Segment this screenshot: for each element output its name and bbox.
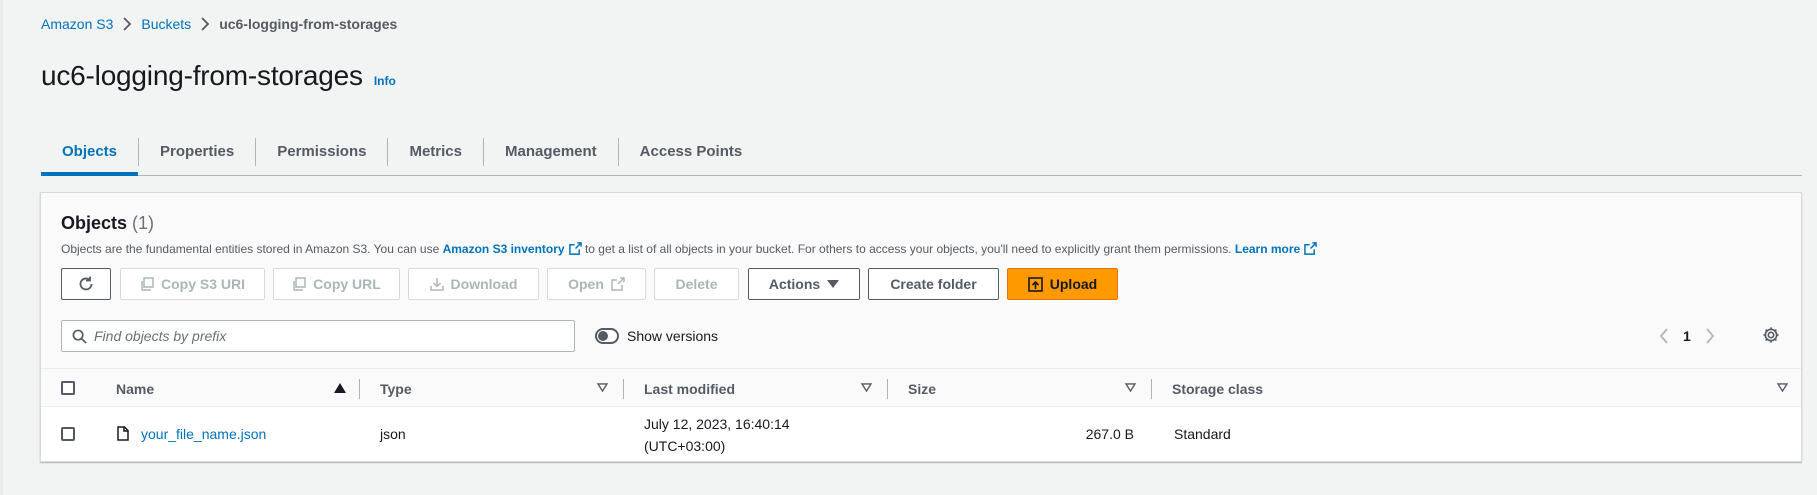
row-checkbox[interactable] [61,427,75,441]
delete-button[interactable]: Delete [654,268,739,300]
tab-management[interactable]: Management [484,128,618,175]
info-link[interactable]: Info [374,74,396,88]
next-page-button[interactable] [1705,328,1715,344]
sort-icon[interactable] [1125,383,1136,392]
description-text-1: Objects are the fundamental entities sto… [61,242,443,256]
object-last-modified-date: July 12, 2023, 16:40:14 [644,416,790,432]
breadcrumb-current: uc6-logging-from-storages [219,16,398,32]
column-header-storage-class[interactable]: Storage class [1172,369,1263,408]
create-folder-label: Create folder [890,276,977,292]
tab-access-points[interactable]: Access Points [619,128,764,175]
search-icon [72,329,87,344]
gear-icon [1763,327,1779,343]
show-versions: Show versions [595,320,718,352]
breadcrumb-buckets[interactable]: Buckets [141,16,191,32]
download-label: Download [450,276,518,292]
page-title: uc6-logging-from-storages [41,60,363,91]
object-last-modified-tz: (UTC+03:00) [644,438,726,454]
search-field [61,320,575,352]
objects-description: Objects are the fundamental entities sto… [61,242,1318,256]
objects-title-text: Objects [61,213,128,233]
copy-s3-uri-label: Copy S3 URI [160,276,245,292]
chevron-left-icon [1659,328,1668,344]
show-versions-toggle[interactable] [595,328,619,344]
file-icon [117,426,129,441]
show-versions-label: Show versions [627,328,719,344]
table-header: Name Type Last modified Size Storage cla… [41,368,1801,407]
caret-down-icon [827,280,840,288]
delete-label: Delete [675,276,718,292]
column-header-name[interactable]: Name [116,369,154,408]
sort-icon[interactable] [597,383,608,392]
current-page[interactable]: 1 [1683,328,1691,344]
external-link-icon [568,242,582,255]
objects-count: (1) [132,213,155,233]
chevron-right-icon [191,17,219,31]
objects-panel-title: Objects (1) [61,213,154,234]
upload-icon [1027,276,1043,292]
object-size: 267.0 B [1085,426,1134,442]
object-type: json [380,426,406,442]
search-input[interactable] [94,328,554,344]
chevron-right-icon [1706,328,1714,344]
download-button[interactable]: Download [408,268,539,300]
create-folder-button[interactable]: Create folder [868,268,999,300]
actions-dropdown[interactable]: Actions [748,268,860,300]
table-settings-button[interactable] [1762,326,1780,344]
refresh-icon [79,276,93,291]
s3-inventory-link-label: Amazon S3 inventory [442,242,565,256]
column-separator [887,379,888,399]
upload-label: Upload [1049,276,1098,292]
download-icon [429,278,444,291]
upload-button[interactable]: Upload [1007,268,1118,300]
description-text-2: to get a list of all objects in your buc… [581,242,1235,256]
external-link-icon [611,277,625,291]
pagination: 1 [1659,320,1715,352]
sort-icon[interactable] [861,383,872,392]
column-separator [1151,379,1152,399]
copy-s3-uri-button[interactable]: Copy S3 URI [120,268,265,300]
select-all-checkbox[interactable] [61,381,75,395]
external-link-icon [1304,242,1318,255]
tab-permissions[interactable]: Permissions [256,128,387,175]
learn-more-label: Learn more [1234,242,1301,256]
open-button[interactable]: Open [547,268,646,300]
column-separator [623,379,624,399]
object-storage-class: Standard [1174,426,1231,442]
left-edge [0,0,3,495]
copy-url-label: Copy URL [313,276,381,292]
breadcrumb: Amazon S3 Buckets uc6-logging-from-stora… [41,16,397,32]
copy-url-button[interactable]: Copy URL [273,268,400,300]
tab-objects[interactable]: Objects [41,128,139,176]
copy-icon [293,277,306,291]
learn-more-link[interactable]: Learn more [1234,242,1318,256]
actions-label: Actions [768,276,821,292]
column-header-size[interactable]: Size [908,369,936,408]
tab-metrics[interactable]: Metrics [388,128,483,175]
copy-icon [141,277,154,291]
breadcrumb-amazon-s3[interactable]: Amazon S3 [41,16,113,32]
chevron-right-icon [113,17,141,31]
tab-bar: Objects Properties Permissions Metrics M… [41,128,1802,176]
sort-ascending-icon[interactable] [334,383,346,393]
open-label: Open [568,276,604,292]
s3-inventory-link[interactable]: Amazon S3 inventory [443,242,582,256]
previous-page-button[interactable] [1659,328,1669,344]
column-header-type[interactable]: Type [380,369,412,408]
objects-panel: Objects (1) Objects are the fundamental … [40,192,1802,462]
table-row: your_file_name.json json July 12, 2023, … [41,407,1801,461]
refresh-button[interactable] [61,268,111,300]
column-header-last-modified[interactable]: Last modified [644,369,735,408]
page-header: uc6-logging-from-storages Info [41,60,396,92]
column-separator [359,379,360,399]
tab-properties[interactable]: Properties [139,128,255,175]
object-name-link[interactable]: your_file_name.json [141,426,266,442]
sort-icon[interactable] [1777,383,1788,392]
